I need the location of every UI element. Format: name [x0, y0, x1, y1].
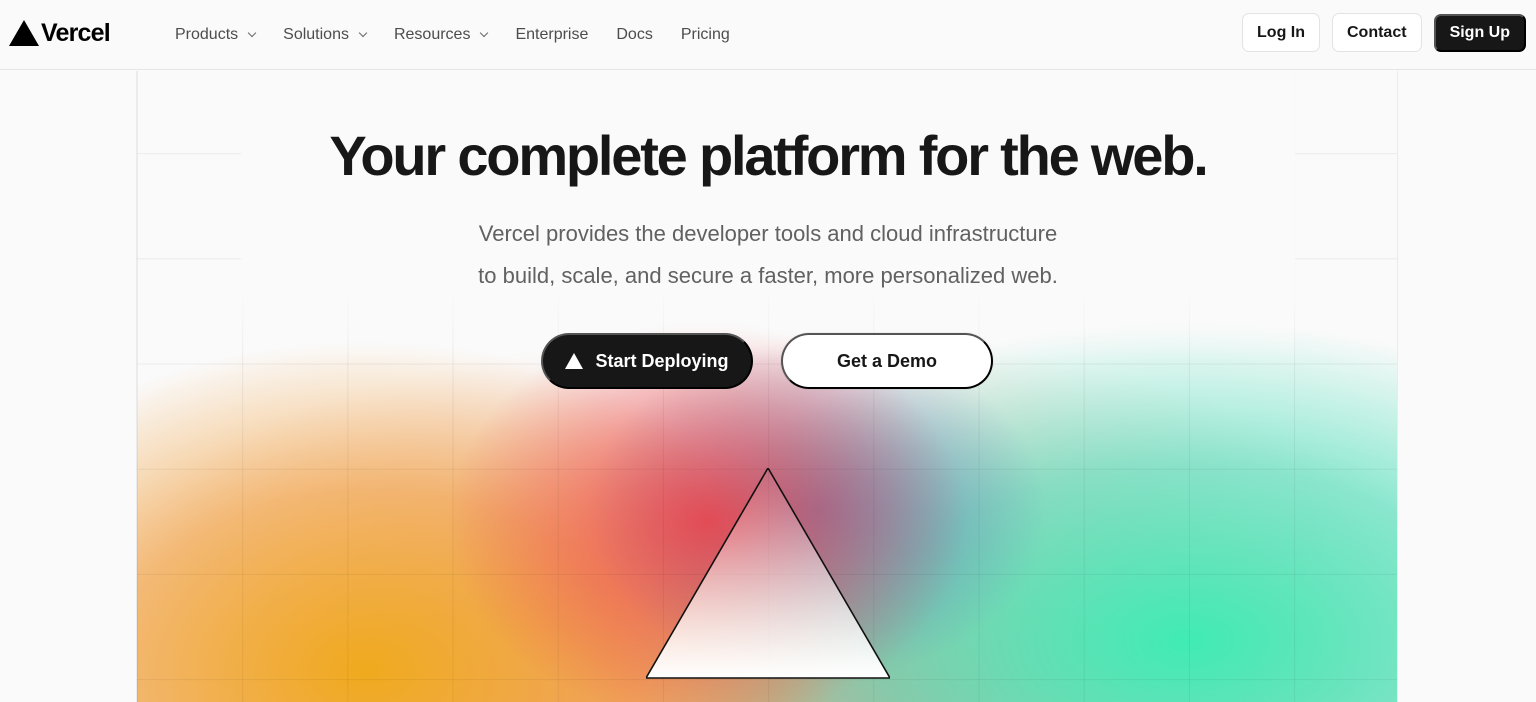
nav-item-label: Solutions	[283, 26, 349, 43]
nav-item-label: Enterprise	[515, 26, 589, 43]
vercel-triangle-icon	[565, 353, 584, 369]
top-nav-bar: Vercel Products Solutions Resources Ente…	[0, 0, 1536, 70]
hero-subtitle-line: to build, scale, and secure a faster, mo…	[478, 263, 1058, 288]
main-nav: Products Solutions Resources Enterprise …	[161, 0, 744, 70]
nav-item-label: Products	[175, 26, 239, 43]
hero-cta-row: Start Deploying Get a Demo	[541, 333, 993, 389]
signup-button[interactable]: Sign Up	[1433, 14, 1526, 52]
brand-name: Vercel	[41, 18, 111, 47]
hero-section: Your complete platform for the web. Verc…	[0, 71, 1536, 702]
start-deploying-label: Start Deploying	[595, 350, 729, 371]
get-demo-button[interactable]: Get a Demo	[781, 333, 993, 389]
header-actions: Log In Contact Sign Up	[1242, 13, 1526, 52]
nav-item-enterprise[interactable]: Enterprise	[501, 17, 602, 53]
chevron-down-icon	[247, 28, 257, 38]
prism-triangle-graphic	[646, 468, 890, 679]
nav-item-resources[interactable]: Resources	[380, 17, 501, 53]
login-button[interactable]: Log In	[1242, 13, 1320, 52]
hero-subtitle-line: Vercel provides the developer tools and …	[478, 221, 1058, 246]
nav-item-products[interactable]: Products	[161, 17, 269, 53]
nav-item-pricing[interactable]: Pricing	[667, 17, 744, 53]
start-deploying-button[interactable]: Start Deploying	[541, 333, 753, 389]
contact-button[interactable]: Contact	[1332, 13, 1422, 52]
nav-item-label: Resources	[393, 26, 471, 43]
hero-subtitle: Vercel provides the developer tools and …	[0, 213, 1536, 297]
chevron-down-icon	[358, 28, 368, 38]
vercel-logo[interactable]: Vercel	[9, 18, 111, 47]
vercel-triangle-icon	[9, 20, 39, 46]
chevron-down-icon	[480, 28, 489, 38]
nav-item-label: Docs	[616, 26, 653, 43]
hero-title: Your complete platform for the web.	[329, 124, 1208, 187]
nav-item-label: Pricing	[680, 26, 730, 43]
nav-item-docs[interactable]: Docs	[602, 17, 666, 53]
nav-item-solutions[interactable]: Solutions	[269, 17, 380, 53]
